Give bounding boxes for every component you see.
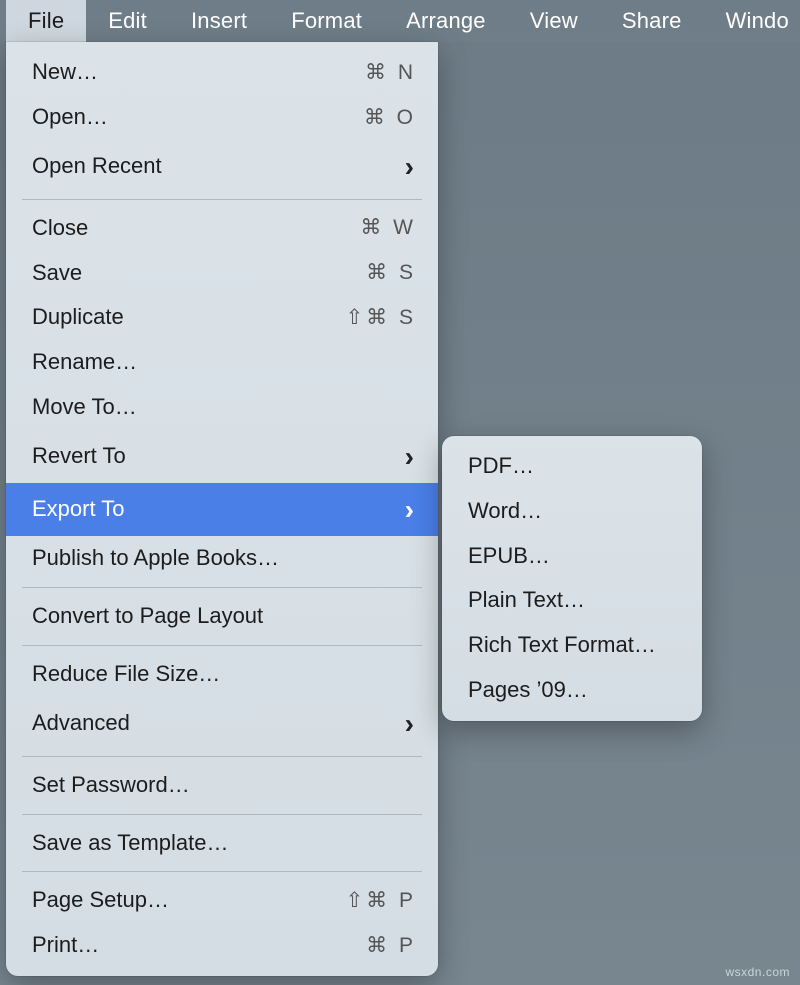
file-menu-reduce-label: Reduce File Size… — [32, 659, 416, 690]
file-menu-publish[interactable]: Publish to Apple Books… — [6, 536, 438, 581]
export-epub[interactable]: EPUB… — [442, 534, 702, 579]
menu-separator — [22, 587, 422, 588]
file-menu-save-template-label: Save as Template… — [32, 828, 416, 859]
file-menu-rename[interactable]: Rename… — [6, 340, 438, 385]
file-menu-print-label: Print… — [32, 930, 336, 961]
file-menu-export-to[interactable]: Export To› — [6, 483, 438, 536]
file-menu-print-shortcut: ⌘ P — [336, 931, 416, 960]
file-menu-new-shortcut: ⌘ N — [336, 58, 416, 87]
menu-separator — [22, 199, 422, 200]
menubar-arrange[interactable]: Arrange — [384, 0, 508, 42]
file-menu-export-to-label: Export To — [32, 494, 405, 525]
export-pages09[interactable]: Pages ’09… — [442, 668, 702, 713]
menubar-window[interactable]: Windo — [704, 0, 800, 42]
file-menu-reduce[interactable]: Reduce File Size… — [6, 652, 438, 697]
file-menu-open[interactable]: Open…⌘ O — [6, 95, 438, 140]
menubar: FileEditInsertFormatArrangeViewShareWind… — [0, 0, 800, 42]
export-pdf-label: PDF… — [468, 451, 680, 482]
file-menu-revert-to[interactable]: Revert To› — [6, 430, 438, 483]
export-epub-label: EPUB… — [468, 541, 680, 572]
file-menu-duplicate-shortcut: ⇧⌘ S — [336, 303, 416, 332]
menu-separator — [22, 645, 422, 646]
file-menu-new-label: New… — [32, 57, 336, 88]
chevron-right-icon: › — [405, 704, 416, 743]
file-menu-close-shortcut: ⌘ W — [336, 213, 416, 242]
file-menu-advanced[interactable]: Advanced› — [6, 697, 438, 750]
file-menu-set-password[interactable]: Set Password… — [6, 763, 438, 808]
file-menu-convert[interactable]: Convert to Page Layout — [6, 594, 438, 639]
file-menu-open-shortcut: ⌘ O — [336, 103, 416, 132]
file-menu-advanced-label: Advanced — [32, 708, 405, 739]
menu-separator — [22, 814, 422, 815]
file-menu-revert-to-label: Revert To — [32, 441, 405, 472]
chevron-right-icon: › — [405, 147, 416, 186]
file-menu-duplicate-label: Duplicate — [32, 302, 336, 333]
chevron-right-icon: › — [405, 437, 416, 476]
menubar-file[interactable]: File — [6, 0, 86, 42]
menubar-edit[interactable]: Edit — [86, 0, 169, 42]
file-menu-close[interactable]: Close⌘ W — [6, 206, 438, 251]
file-menu-page-setup-label: Page Setup… — [32, 885, 336, 916]
menubar-format[interactable]: Format — [269, 0, 384, 42]
menubar-view[interactable]: View — [508, 0, 600, 42]
export-pdf[interactable]: PDF… — [442, 444, 702, 489]
file-menu-move-to-label: Move To… — [32, 392, 416, 423]
menubar-insert[interactable]: Insert — [169, 0, 269, 42]
file-menu-save-label: Save — [32, 258, 336, 289]
export-word-label: Word… — [468, 496, 680, 527]
watermark: wsxdn.com — [725, 965, 790, 979]
file-menu-move-to[interactable]: Move To… — [6, 385, 438, 430]
file-menu-page-setup[interactable]: Page Setup…⇧⌘ P — [6, 878, 438, 923]
file-menu-open-recent-label: Open Recent — [32, 151, 405, 182]
file-menu-open-recent[interactable]: Open Recent› — [6, 140, 438, 193]
menubar-share[interactable]: Share — [600, 0, 704, 42]
file-menu-save-shortcut: ⌘ S — [336, 258, 416, 287]
export-to-submenu: PDF… Word… EPUB… Plain Text… Rich Text Forma… — [442, 436, 702, 721]
file-menu-set-password-label: Set Password… — [32, 770, 416, 801]
file-menu-new[interactable]: New…⌘ N — [6, 50, 438, 95]
chevron-right-icon: › — [405, 490, 416, 529]
file-menu-dropdown: New…⌘ NOpen…⌘ OOpen Recent›Close⌘ WSave⌘… — [6, 42, 438, 976]
file-menu-publish-label: Publish to Apple Books… — [32, 543, 416, 574]
file-menu-convert-label: Convert to Page Layout — [32, 601, 416, 632]
file-menu-close-label: Close — [32, 213, 336, 244]
export-pages09-label: Pages ’09… — [468, 675, 680, 706]
file-menu-print[interactable]: Print…⌘ P — [6, 923, 438, 968]
export-word[interactable]: Word… — [442, 489, 702, 534]
file-menu-rename-label: Rename… — [32, 347, 416, 378]
file-menu-duplicate[interactable]: Duplicate⇧⌘ S — [6, 295, 438, 340]
export-plaintext-label: Plain Text… — [468, 585, 680, 616]
file-menu-save[interactable]: Save⌘ S — [6, 251, 438, 296]
file-menu-open-label: Open… — [32, 102, 336, 133]
menu-separator — [22, 871, 422, 872]
export-rtf[interactable]: Rich Text Format… — [442, 623, 702, 668]
export-plaintext[interactable]: Plain Text… — [442, 578, 702, 623]
file-menu-page-setup-shortcut: ⇧⌘ P — [336, 886, 416, 915]
menu-separator — [22, 756, 422, 757]
export-rtf-label: Rich Text Format… — [468, 630, 680, 661]
file-menu-save-template[interactable]: Save as Template… — [6, 821, 438, 866]
